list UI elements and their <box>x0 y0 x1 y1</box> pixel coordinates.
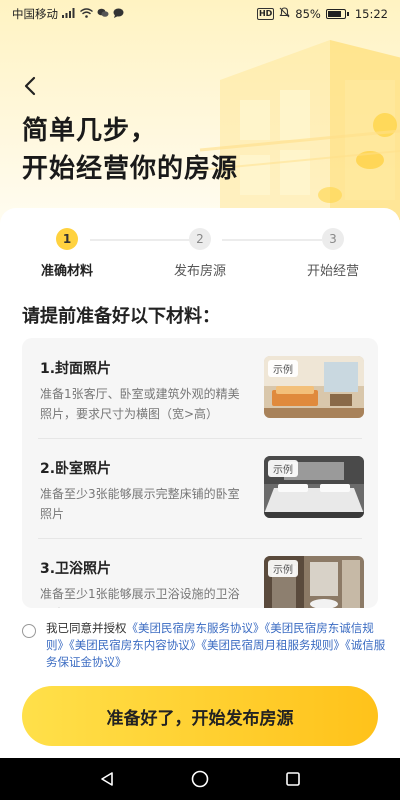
agreement-link-host-service[interactable]: 《美团民宿房东服务协议》 <box>127 621 265 635</box>
nav-recents-button[interactable] <box>273 764 313 794</box>
hd-badge: HD <box>256 8 275 20</box>
title-line-2: 开始经营你的房源 <box>22 154 239 184</box>
carrier-label: 中国移动 <box>12 7 58 21</box>
material-title: 3.卫浴照片 <box>40 561 112 577</box>
materials-list: 1.封面照片 准备1张客厅、卧室或建筑外观的精美照片，要求尺寸为横图（宽>高） … <box>22 338 378 608</box>
square-recents-icon <box>286 772 301 786</box>
agreement-link-host-content[interactable]: 《美团民宿房东内容协议》 <box>69 638 201 652</box>
material-desc: 准备至少1张能够展示卫浴设施的卫浴照片 <box>40 587 240 608</box>
nav-back-button[interactable] <box>87 764 127 794</box>
circle-home-icon <box>191 770 209 788</box>
agreement-prefix: 我已同意并授权 <box>46 621 127 635</box>
step-indicator: 1 准确材料 2 发布房源 3 开始经营 <box>22 228 378 288</box>
clock: 15:22 <box>354 7 388 21</box>
nav-home-button[interactable] <box>180 764 220 794</box>
signal-icon <box>62 7 76 21</box>
message-icon <box>113 8 124 21</box>
step-1: 1 准确材料 <box>22 228 112 279</box>
status-bar: 中国移动 HD 85% 15:22 <box>0 0 400 28</box>
battery-icon <box>325 9 349 19</box>
material-title: 2.卧室照片 <box>40 461 112 477</box>
step-2: 2 发布房源 <box>155 228 245 279</box>
step-number: 3 <box>322 228 344 250</box>
agreement-link-weekly-rental[interactable]: 《美团民宿周月租服务规则》 <box>201 638 345 652</box>
agree-checkbox[interactable] <box>22 624 36 638</box>
chevron-left-icon <box>24 76 36 96</box>
wifi-icon <box>80 7 93 21</box>
title-line-1: 简单几步， <box>22 116 158 146</box>
material-title: 1.封面照片 <box>40 361 112 377</box>
step-label: 开始经营 <box>306 264 359 279</box>
sample-image-cover[interactable]: 示例 <box>264 356 364 418</box>
agreement-text: 我已同意并授权《美团民宿房东服务协议》《美团民宿房东诚信规则》《美团民宿房东内容… <box>46 620 386 671</box>
system-nav-bar <box>0 758 400 800</box>
step-3: 3 开始经营 <box>288 228 378 279</box>
step-label: 发布房源 <box>173 264 226 279</box>
list-item: 1.封面照片 准备1张客厅、卧室或建筑外观的精美照片，要求尺寸为横图（宽>高） … <box>22 338 378 438</box>
wechat-icon <box>97 8 109 21</box>
list-item: 2.卧室照片 准备至少3张能够展示完整床铺的卧室照片 示例 <box>22 438 378 538</box>
section-title: 请提前准备好以下材料： <box>22 306 220 327</box>
step-label: 准确材料 <box>40 264 93 279</box>
start-publish-button[interactable]: 准备好了，开始发布房源 <box>22 686 378 746</box>
step-number: 1 <box>56 228 78 250</box>
material-desc: 准备1张客厅、卧室或建筑外观的精美照片，要求尺寸为横图（宽>高） <box>40 387 240 421</box>
battery-percent: 85% <box>295 7 321 21</box>
material-desc: 准备至少3张能够展示完整床铺的卧室照片 <box>40 487 240 521</box>
sample-tag: 示例 <box>268 360 298 377</box>
triangle-back-icon <box>100 772 113 786</box>
sample-image-bedroom[interactable]: 示例 <box>264 456 364 518</box>
step-number: 2 <box>189 228 211 250</box>
list-item: 3.卫浴照片 准备至少1张能够展示卫浴设施的卫浴照片 示例 <box>22 538 378 608</box>
mute-icon <box>279 7 290 21</box>
hero-banner: 中国移动 HD 85% 15:22 简单几步， 开始经营你的房源 <box>0 0 400 240</box>
page-title: 简单几步， 开始经营你的房源 <box>22 112 238 188</box>
screen: 中国移动 HD 85% 15:22 简单几步， 开始经营你的房源 1 准确材料 … <box>0 0 400 800</box>
sample-tag: 示例 <box>268 460 298 477</box>
sample-tag: 示例 <box>268 560 298 577</box>
agreement-section: 我已同意并授权《美团民宿房东服务协议》《美团民宿房东诚信规则》《美团民宿房东内容… <box>0 608 400 680</box>
back-button[interactable] <box>18 72 42 100</box>
sample-image-bathroom[interactable]: 示例 <box>264 556 364 608</box>
